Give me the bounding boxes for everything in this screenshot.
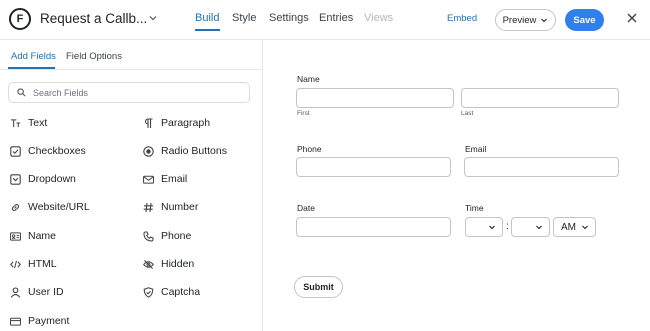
phone-label: Phone: [297, 144, 322, 154]
field-paragraph[interactable]: Paragraph: [143, 117, 210, 129]
field-checkboxes[interactable]: Checkboxes: [10, 145, 86, 157]
link-icon: [10, 202, 21, 213]
search-field[interactable]: [8, 82, 250, 103]
field-label: Number: [161, 201, 199, 213]
save-button[interactable]: Save: [565, 9, 604, 31]
time-separator: :: [506, 221, 509, 232]
tab-build[interactable]: Build: [195, 12, 219, 24]
chevron-down-icon[interactable]: [148, 13, 158, 26]
search-input[interactable]: [33, 87, 233, 98]
form-title[interactable]: Request a Callb...: [40, 11, 147, 26]
tab-style[interactable]: Style: [232, 12, 256, 24]
tab-views[interactable]: Views: [364, 12, 393, 24]
field-label: Name: [28, 230, 57, 242]
field-captcha[interactable]: Captcha: [143, 286, 200, 298]
field-html[interactable]: HTML: [10, 258, 57, 270]
field-label: Text: [28, 117, 48, 129]
active-tab-indicator: [195, 29, 220, 31]
active-tab-indicator: [8, 67, 55, 69]
field-label: User ID: [28, 286, 64, 298]
email-icon: [143, 174, 154, 185]
field-email[interactable]: Email: [143, 173, 187, 185]
field-label: Hidden: [161, 258, 195, 270]
field-label: Radio Buttons: [161, 145, 227, 157]
ampm-select[interactable]: AM: [553, 217, 596, 237]
chevron-down-icon: [541, 18, 548, 23]
chevron-down-icon: [489, 225, 495, 230]
tab-settings[interactable]: Settings: [269, 12, 309, 24]
submit-button[interactable]: Submit: [294, 276, 343, 298]
field-label: HTML: [28, 258, 57, 270]
tab-add-fields[interactable]: Add Fields: [11, 51, 56, 62]
last-sublabel: Last: [461, 110, 474, 117]
preview-button[interactable]: Preview: [495, 9, 556, 31]
date-input[interactable]: [296, 217, 451, 237]
field-payment[interactable]: Payment: [10, 315, 69, 327]
card-icon: [10, 316, 21, 327]
user-icon: [10, 286, 21, 298]
field-website-url[interactable]: Website/URL: [10, 201, 90, 213]
text-icon: [10, 118, 21, 129]
minute-select[interactable]: [511, 217, 550, 237]
phone-input[interactable]: [296, 157, 451, 177]
field-label: Payment: [28, 315, 70, 327]
field-label: Checkboxes: [28, 145, 86, 157]
top-bar: F Request a Callb... Build Style Setting…: [0, 0, 650, 40]
tab-field-options[interactable]: Field Options: [66, 51, 122, 62]
email-input[interactable]: [464, 157, 619, 177]
field-text[interactable]: Text: [10, 117, 47, 129]
field-phone[interactable]: Phone: [143, 230, 191, 242]
field-dropdown[interactable]: Dropdown: [10, 173, 76, 185]
chevron-down-icon: [536, 225, 542, 230]
field-label: Dropdown: [28, 173, 76, 185]
date-label: Date: [297, 203, 315, 213]
paragraph-icon: [143, 117, 154, 129]
logo-letter: F: [16, 12, 24, 25]
field-label: Paragraph: [161, 117, 211, 129]
chevron-down-icon: [582, 225, 588, 230]
dropdown-icon: [10, 173, 21, 185]
ampm-value: AM: [561, 221, 576, 233]
first-name-input[interactable]: [296, 88, 454, 108]
eye-slash-icon: [143, 259, 154, 270]
field-label: Phone: [161, 230, 192, 242]
email-label: Email: [465, 144, 487, 154]
name-label: Name: [297, 74, 320, 84]
field-radio-buttons[interactable]: Radio Buttons: [143, 145, 227, 157]
radio-icon: [143, 145, 154, 157]
field-label: Email: [161, 173, 188, 185]
hash-icon: [143, 202, 154, 213]
checkbox-icon: [10, 145, 21, 157]
embed-button[interactable]: Embed: [447, 13, 477, 24]
tab-entries[interactable]: Entries: [319, 12, 353, 24]
search-icon: [17, 88, 26, 97]
panel-divider: [0, 69, 263, 70]
time-label: Time: [465, 203, 484, 213]
field-number[interactable]: Number: [143, 201, 198, 213]
first-sublabel: First: [297, 110, 310, 117]
fields-panel: Add Fields Field Options Text Checkboxes…: [0, 40, 263, 331]
close-icon[interactable]: [626, 11, 638, 27]
preview-label: Preview: [502, 14, 537, 26]
field-name[interactable]: Name: [10, 230, 56, 242]
shield-icon: [143, 286, 154, 298]
field-label: Captcha: [161, 286, 201, 298]
formidable-logo[interactable]: F: [9, 8, 31, 30]
field-hidden[interactable]: Hidden: [143, 258, 194, 270]
hour-select[interactable]: [465, 217, 503, 237]
last-name-input[interactable]: [461, 88, 619, 108]
field-label: Website/URL: [28, 201, 90, 213]
id-card-icon: [10, 231, 21, 242]
field-user-id[interactable]: User ID: [10, 286, 64, 298]
code-icon: [10, 259, 21, 270]
phone-icon: [143, 230, 154, 242]
